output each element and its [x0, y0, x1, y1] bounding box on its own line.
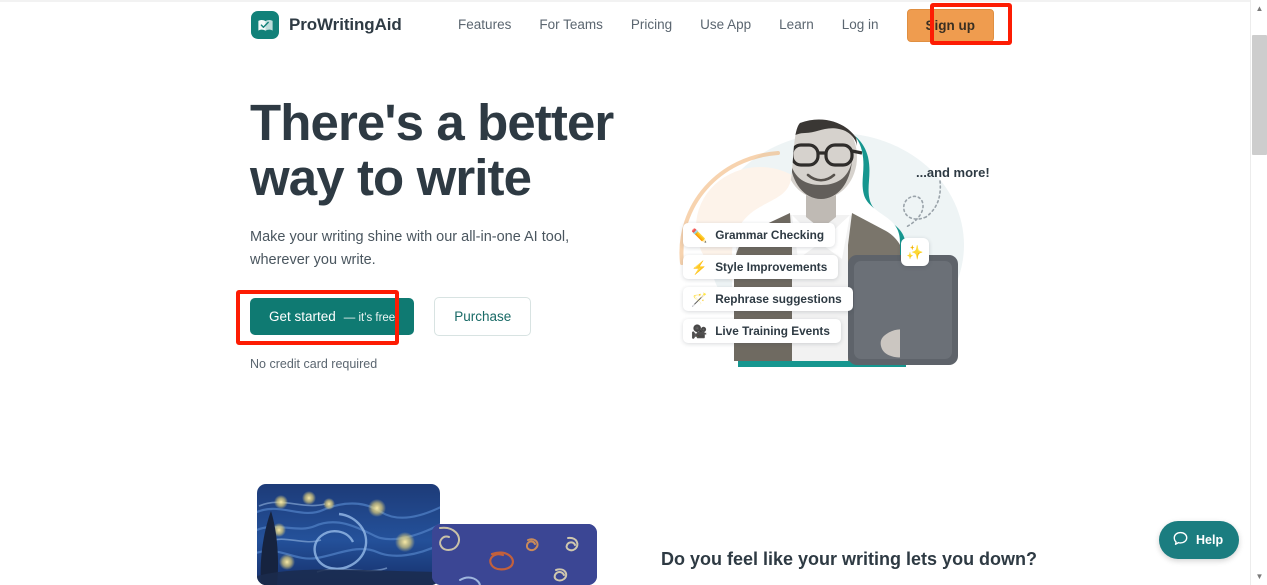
nav-item-use-app[interactable]: Use App — [686, 0, 765, 50]
help-widget-button[interactable]: Help — [1159, 521, 1240, 559]
get-started-button[interactable]: Get started — it's free — [250, 298, 415, 335]
get-started-suffix: — it's free — [343, 312, 396, 324]
blue-doodle-card[interactable] — [432, 524, 597, 585]
feature-chip-style-improvements[interactable]: ⚡ Style Improvements — [683, 255, 839, 279]
hero-cta-row: Get started — it's free Purchase — [250, 297, 532, 336]
page-viewport: ProWritingAid Features For Teams Pricing… — [0, 0, 1267, 585]
signup-button[interactable]: Sign up — [906, 8, 994, 42]
scrollbar-thumb[interactable] — [1252, 35, 1267, 155]
page-title: There's a better way to write — [250, 95, 650, 205]
movie-camera-icon: 🎥 — [691, 323, 708, 339]
nav-item-pricing[interactable]: Pricing — [617, 0, 686, 50]
pencil-icon: ✏️ — [691, 227, 708, 243]
and-more-annotation: ...and more! — [916, 165, 990, 180]
feature-chip-list: ✏️ Grammar Checking ⚡ Style Improvements… — [683, 223, 853, 343]
feature-chip-label: Grammar Checking — [715, 228, 825, 242]
feature-chip-rephrase-suggestions[interactable]: 🪄 Rephrase suggestions — [683, 287, 853, 311]
hero-illustration: ...and more! ✨ ✏️ Grammar Checking ⚡ Sty… — [640, 95, 1040, 385]
vertical-scrollbar[interactable]: ▲ ▼ — [1250, 0, 1267, 585]
main-nav: Features For Teams Pricing Use App Learn… — [444, 0, 994, 50]
starry-night-card[interactable] — [257, 484, 440, 585]
feature-chip-label: Style Improvements — [715, 260, 828, 274]
scroll-up-arrow-icon[interactable]: ▲ — [1251, 0, 1267, 17]
help-widget-label: Help — [1196, 533, 1224, 547]
hero-copy: There's a better way to write Make your … — [250, 95, 650, 272]
no-credit-card-note: No credit card required — [250, 357, 378, 371]
nav-item-features[interactable]: Features — [444, 0, 525, 50]
sparkles-icon: ✨ — [901, 238, 929, 266]
hero-title-line-1: There's a better — [250, 94, 614, 151]
lightning-icon: ⚡ — [691, 259, 708, 275]
card-gallery — [257, 484, 597, 585]
chat-bubble-icon — [1172, 530, 1189, 550]
laptop-graphic — [848, 255, 958, 365]
feature-chip-live-training-events[interactable]: 🎥 Live Training Events — [683, 319, 841, 343]
nav-item-learn[interactable]: Learn — [765, 0, 828, 50]
signup-button-wrap: Sign up — [906, 8, 994, 42]
brand-logo-link[interactable]: ProWritingAid — [251, 11, 402, 39]
feature-chip-grammar-checking[interactable]: ✏️ Grammar Checking — [683, 223, 836, 247]
nav-item-log-in[interactable]: Log in — [828, 0, 893, 50]
feature-chip-label: Rephrase suggestions — [715, 292, 842, 306]
site-header: ProWritingAid Features For Teams Pricing… — [0, 0, 1250, 50]
hero-title-line-2: way to write — [250, 149, 532, 206]
book-check-logo-icon — [251, 11, 279, 39]
get-started-label: Get started — [269, 309, 336, 324]
scroll-down-arrow-icon[interactable]: ▼ — [1251, 568, 1267, 585]
magic-wand-icon: 🪄 — [691, 291, 708, 307]
section-heading-question: Do you feel like your writing lets you d… — [661, 549, 1038, 569]
brand-name: ProWritingAid — [289, 15, 402, 34]
feature-chip-label: Live Training Events — [715, 324, 830, 338]
purchase-button[interactable]: Purchase — [434, 297, 532, 336]
hero-subtitle: Make your writing shine with our all-in-… — [250, 229, 570, 268]
nav-item-for-teams[interactable]: For Teams — [525, 0, 617, 50]
scrollbar-track[interactable] — [1251, 17, 1267, 568]
